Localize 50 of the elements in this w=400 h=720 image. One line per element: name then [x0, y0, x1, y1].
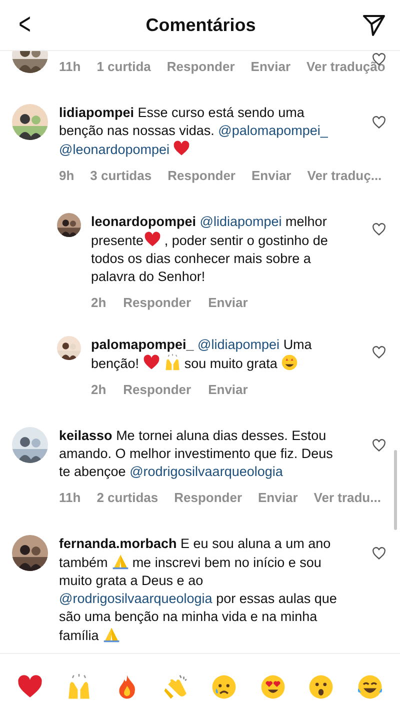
reaction-button[interactable]	[308, 674, 334, 700]
comment-meta: 1 curtida	[96, 59, 151, 74]
comment-text: keilasso Me tornei aluna dias desses. Estou amando. O melhor investimento que fiz. Deus te abençoe @rodrigosilvaarqueologia	[59, 427, 334, 481]
comment-text: leonardopompei @lidiapompei melhor presente , poder sentir o gostinho de todos os dias conhecer mais sobre a palavra do Senhor!	[91, 213, 329, 286]
clap-emoji-icon	[162, 674, 189, 700]
comment-meta: 2 curtidas	[96, 490, 158, 505]
comment-meta: 2h	[91, 382, 106, 397]
comment-action[interactable]: Responder	[174, 490, 242, 505]
like-heart-icon[interactable]	[372, 439, 386, 452]
comment-meta: 11h	[59, 59, 81, 74]
comment-action[interactable]: Enviar	[258, 490, 298, 505]
surprised-emoji-icon	[308, 674, 334, 700]
back-button[interactable]: <	[14, 10, 36, 40]
heart-emoji-icon	[17, 674, 44, 700]
joy-emoji-icon	[356, 674, 383, 700]
comment-action[interactable]: Responder	[166, 59, 235, 74]
comment-meta: 11h	[59, 490, 81, 505]
comment-action[interactable]: Ver tradu...	[314, 490, 381, 505]
comment-action[interactable]: Responder	[168, 168, 236, 183]
comment-action[interactable]: Enviar	[208, 382, 248, 397]
cry-emoji-icon	[211, 674, 238, 700]
comment-action[interactable]: Responder	[123, 382, 192, 397]
comment-meta: 3 curtidas	[90, 168, 152, 183]
comment-action[interactable]: Enviar	[250, 59, 291, 74]
comment-action[interactable]: Ver traduç...	[307, 168, 382, 183]
comment-text: lidiapompei Esse curso está sendo uma benção nas nossas vidas. @palomapompei_ @leonardopompei	[59, 104, 329, 159]
comment-action[interactable]: Enviar	[208, 295, 248, 310]
heart-emoji-icon	[173, 140, 190, 157]
comment-text: palomapompei_ @lidiapompei Uma benção! sou muito grata	[91, 336, 313, 373]
comment-action[interactable]: Ver tradução	[306, 59, 386, 74]
like-heart-icon[interactable]	[372, 116, 386, 129]
like-heart-icon[interactable]	[372, 547, 386, 560]
raised-hands-icon	[164, 354, 181, 371]
reaction-button[interactable]	[17, 674, 44, 700]
send-icon[interactable]	[362, 13, 386, 37]
reaction-button[interactable]	[260, 674, 286, 700]
page-title: Comentários	[146, 14, 256, 36]
hearteyes-emoji-icon	[260, 674, 286, 700]
heart-emoji-icon	[142, 354, 160, 371]
comment-meta: 9h	[59, 168, 74, 183]
reaction-button[interactable]	[211, 674, 238, 700]
comment-text: fernanda.morbach E eu sou aluna a um ano também me inscrevi bem no início e sou muito grata a Deus e ao @rodrigosilvaarqueologia por essas aulas que são uma benção na minha vida e na minha família	[59, 535, 338, 645]
comment-meta: 2h	[91, 295, 106, 310]
hands-emoji-icon	[66, 674, 92, 700]
reaction-button[interactable]	[356, 674, 383, 700]
comment-action[interactable]: Responder	[123, 295, 192, 310]
like-heart-icon[interactable]	[372, 346, 386, 359]
comment-action[interactable]: Enviar	[252, 168, 292, 183]
starstruck-emoji-icon	[281, 354, 298, 371]
like-heart-icon[interactable]	[372, 223, 386, 236]
